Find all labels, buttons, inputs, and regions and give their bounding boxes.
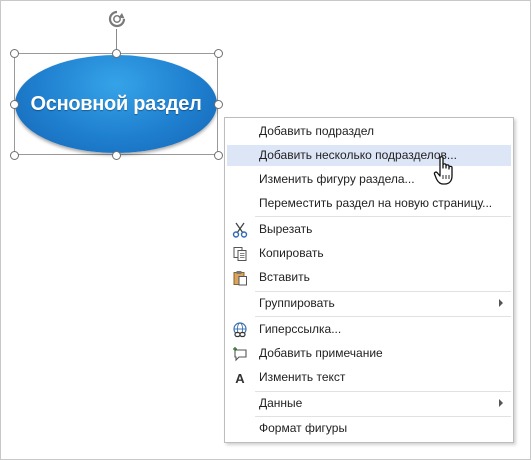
menu-item-label: Вырезать <box>259 222 313 236</box>
menu-item-label: Формат фигуры <box>259 421 348 435</box>
hand-pointer-icon <box>433 155 459 187</box>
rotate-handle-stem <box>116 29 117 49</box>
menu-item-data[interactable]: Данные <box>227 393 511 414</box>
text-icon: A <box>235 370 245 386</box>
resize-handle-bottom-left[interactable] <box>10 151 19 160</box>
submenu-arrow-icon <box>499 399 503 407</box>
menu-item-label: Добавить несколько подразделов... <box>259 148 457 162</box>
menu-item-label: Добавить подраздел <box>259 124 375 138</box>
resize-handle-bottom-right[interactable] <box>214 151 223 160</box>
menu-item-move-section-new-page[interactable]: Переместить раздел на новую страницу... <box>227 193 511 214</box>
menu-item-edit-text[interactable]: A Изменить текст <box>227 367 511 388</box>
shape-label: Основной раздел <box>30 92 202 115</box>
menu-item-cut[interactable]: Вырезать <box>227 219 511 240</box>
menu-item-group[interactable]: Группировать <box>227 293 511 314</box>
menu-separator <box>255 316 511 317</box>
menu-item-copy[interactable]: Копировать <box>227 243 511 264</box>
menu-separator <box>255 216 511 217</box>
paste-icon <box>231 269 249 287</box>
menu-item-label: Переместить раздел на новую страницу... <box>259 196 493 210</box>
context-menu: Добавить подраздел Добавить несколько по… <box>224 117 514 443</box>
resize-handle-top[interactable] <box>112 49 121 58</box>
menu-item-add-subsection[interactable]: Добавить подраздел <box>227 121 511 142</box>
resize-handle-bottom[interactable] <box>112 151 121 160</box>
menu-item-label: Группировать <box>259 296 335 310</box>
menu-item-hyperlink[interactable]: Гиперссылка... <box>227 319 511 340</box>
menu-item-label: Изменить фигуру раздела... <box>259 172 415 186</box>
resize-handle-right[interactable] <box>214 100 223 109</box>
menu-separator <box>255 391 511 392</box>
comment-icon <box>231 345 249 363</box>
menu-item-label: Копировать <box>259 246 324 260</box>
resize-handle-top-left[interactable] <box>10 49 19 58</box>
menu-item-label: Вставить <box>259 270 310 284</box>
resize-handle-left[interactable] <box>10 100 19 109</box>
menu-item-add-multiple-subsections[interactable]: Добавить несколько подразделов... <box>227 145 511 166</box>
menu-item-label: Данные <box>259 396 303 410</box>
menu-item-add-comment[interactable]: Добавить примечание <box>227 343 511 364</box>
menu-item-format-shape[interactable]: Формат фигуры <box>227 418 511 439</box>
submenu-arrow-icon <box>499 299 503 307</box>
menu-separator <box>255 416 511 417</box>
menu-item-change-section-shape[interactable]: Изменить фигуру раздела... <box>227 169 511 190</box>
menu-item-paste[interactable]: Вставить <box>227 267 511 288</box>
menu-separator <box>255 291 511 292</box>
hyperlink-icon <box>231 321 249 339</box>
rotate-handle-icon[interactable] <box>107 9 127 29</box>
resize-handle-top-right[interactable] <box>214 49 223 58</box>
menu-item-label: Добавить примечание <box>259 346 383 360</box>
main-section-shape[interactable]: Основной раздел <box>15 55 217 153</box>
scissors-icon <box>231 221 249 239</box>
menu-item-label: Изменить текст <box>259 370 346 384</box>
copy-icon <box>231 245 249 263</box>
menu-item-label: Гиперссылка... <box>259 322 342 336</box>
